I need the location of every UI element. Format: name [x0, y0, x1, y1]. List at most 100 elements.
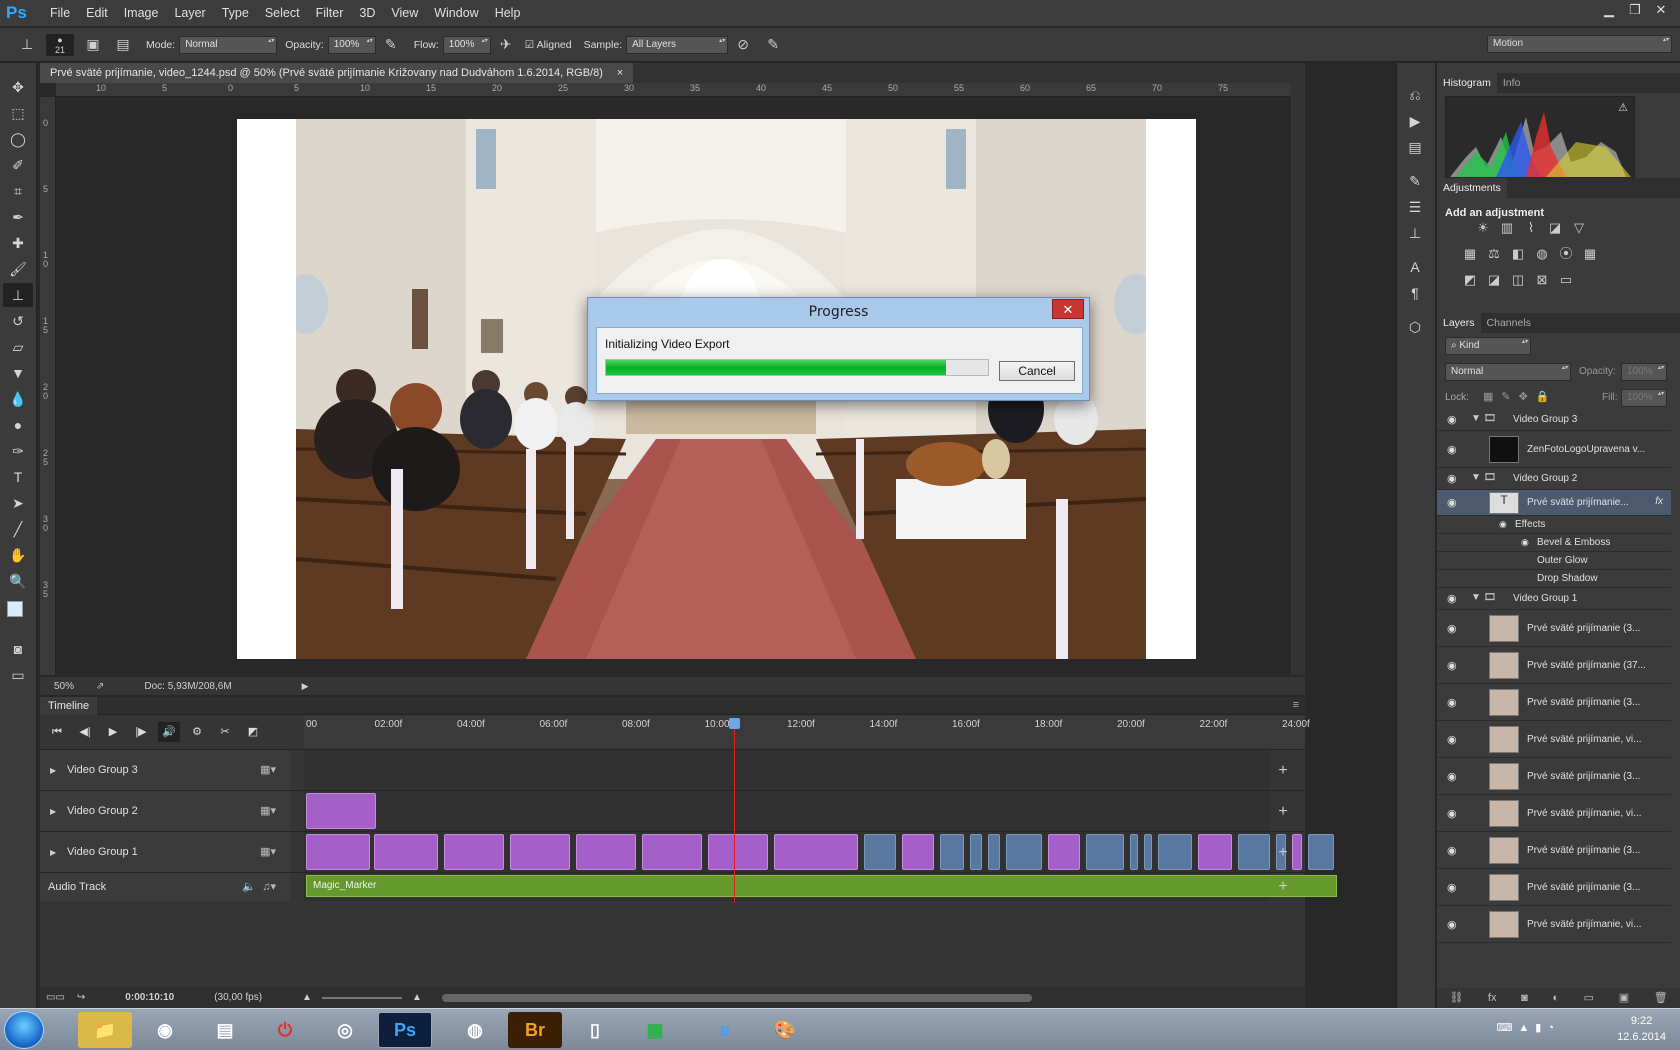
expand-icon[interactable]: ▶ — [50, 750, 56, 791]
playhead-handle[interactable] — [729, 718, 740, 729]
video-clip[interactable] — [1198, 834, 1232, 870]
move-tool-icon[interactable]: ✥ — [3, 75, 33, 99]
video-clip[interactable] — [306, 793, 376, 829]
burner-icon[interactable]: ◎ — [318, 1012, 372, 1048]
track-lane[interactable] — [304, 832, 1334, 873]
render-video-icon[interactable]: ▭▭ — [46, 992, 65, 1003]
menu-type[interactable]: Type — [214, 0, 257, 27]
blur-tool-icon[interactable]: 💧 — [3, 387, 33, 411]
zoom-out-timeline-icon[interactable]: ▲ — [302, 992, 312, 1003]
video-clip[interactable] — [306, 834, 370, 870]
screen-mode-icon[interactable]: ▭ — [3, 663, 33, 687]
visibility-eye-icon[interactable]: ◉ — [1447, 622, 1457, 635]
transition-icon[interactable]: ◩ — [242, 722, 264, 742]
convert-to-frame-animation-icon[interactable]: ↪ — [77, 992, 85, 1003]
black-white-icon[interactable]: ◧ — [1510, 247, 1526, 261]
pressure-opacity-icon[interactable]: ✎ — [380, 34, 402, 56]
layer-group-row[interactable]: ◉ ▼ 🎞 Video Group 2 — [1437, 468, 1671, 490]
layer-group-row[interactable]: ◉ ▼ 🎞 Video Group 1 — [1437, 588, 1671, 610]
add-mask-icon[interactable]: ◙ — [1521, 988, 1528, 1008]
layer-effect-row[interactable]: Drop Shadow — [1437, 570, 1671, 588]
dialog-close-button[interactable]: ✕ — [1052, 299, 1084, 319]
type-tool-icon[interactable]: T — [3, 465, 33, 489]
audio-toggle-icon[interactable]: 🔊 — [158, 722, 180, 742]
film-strip-icon[interactable]: ▦▾ — [260, 750, 276, 791]
invert-icon[interactable]: ◩ — [1462, 273, 1478, 287]
lasso-tool-icon[interactable]: ◯ — [3, 127, 33, 151]
power-icon[interactable]: ⏻ — [258, 1012, 312, 1048]
layer-row[interactable]: ◉ Prvé sväté prijímanie (3... — [1437, 758, 1671, 795]
brush-presets-icon[interactable]: ☰ — [1400, 195, 1430, 219]
color-lookup-icon[interactable]: ▦ — [1582, 247, 1598, 261]
menu-file[interactable]: File — [42, 0, 78, 27]
menu-select[interactable]: Select — [257, 0, 308, 27]
hue-saturation-icon[interactable]: ▦ — [1462, 247, 1478, 261]
disk-tool-icon[interactable]: ▤ — [198, 1012, 252, 1048]
start-button[interactable] — [4, 1011, 44, 1049]
layer-blend-mode[interactable]: Normal — [1445, 363, 1571, 381]
adjustment-layer-icon[interactable]: ◐ — [1552, 988, 1559, 1008]
visibility-eye-icon[interactable]: ◉ — [1447, 733, 1457, 746]
crop-tool-icon[interactable]: ⌗ — [3, 179, 33, 203]
visibility-eye-icon[interactable]: ◉ — [1447, 496, 1457, 509]
video-clip[interactable] — [510, 834, 570, 870]
close-icon[interactable]: ✕ — [1648, 0, 1674, 20]
brush-preset-picker[interactable]: ● 21 — [46, 33, 74, 56]
layer-row[interactable]: ◉ Prvé sväté prijímanie, vi... — [1437, 721, 1671, 758]
expand-icon[interactable]: ▶ — [50, 832, 56, 873]
video-clip[interactable] — [642, 834, 702, 870]
status-menu-arrow-icon[interactable]: ▶ — [302, 681, 309, 692]
paint-bucket-tool-icon[interactable]: ▼ — [3, 361, 33, 385]
video-clip[interactable] — [1006, 834, 1042, 870]
visibility-eye-icon[interactable]: ◉ — [1447, 881, 1457, 894]
close-tab-icon[interactable]: × — [617, 63, 623, 83]
playback-settings-icon[interactable]: ⚙ — [186, 722, 208, 742]
clone-stamp-icon[interactable]: ⊥ — [16, 34, 38, 56]
warning-icon[interactable]: ⚠ — [1618, 101, 1628, 114]
color-balance-icon[interactable]: ⚖ — [1486, 247, 1502, 261]
aligned-checkbox[interactable]: ☑ Aligned — [525, 39, 572, 51]
airbrush-icon[interactable]: ✈ — [495, 34, 517, 56]
effect-visibility-icon[interactable]: ◉ — [1521, 537, 1529, 548]
clone-source-icon[interactable]: ⊥ — [1400, 221, 1430, 245]
posterize-icon[interactable]: ◪ — [1486, 273, 1502, 287]
tab-info[interactable]: Info — [1497, 73, 1527, 93]
status-share-icon[interactable]: ⇗ — [96, 681, 104, 692]
quick-mask-icon[interactable]: ◙ — [3, 637, 33, 661]
bridge-icon[interactable]: Br — [508, 1012, 562, 1048]
clone-stamp-tool-icon[interactable]: ⊥ — [3, 283, 33, 307]
track-lane[interactable] — [304, 791, 1270, 832]
layer-group-row[interactable]: ◉ ▼ 🎞 Video Group 3 — [1437, 409, 1671, 431]
layer-row[interactable]: ◉ Prvé sväté prijímanie (37... — [1437, 647, 1671, 684]
timeline-menu-icon[interactable]: ≡ — [1293, 699, 1299, 711]
video-clip[interactable] — [1130, 834, 1138, 870]
audio-clip[interactable]: Magic_Marker — [306, 875, 1337, 897]
ignore-adjustment-icon[interactable]: ⊘ — [732, 34, 754, 56]
effect-visibility-icon[interactable]: ◉ — [1499, 519, 1507, 530]
chrome-icon[interactable]: ◍ — [448, 1012, 502, 1048]
track-lane[interactable] — [304, 750, 1270, 791]
hand-tool-icon[interactable]: ✋ — [3, 543, 33, 567]
layer-row[interactable]: ◉ ZenFotoLogoUpravena v... — [1437, 431, 1671, 468]
line-tool-icon[interactable]: ╱ — [3, 517, 33, 541]
visibility-eye-icon[interactable]: ◉ — [1447, 443, 1457, 456]
photo-filter-icon[interactable]: ◍ — [1534, 247, 1550, 261]
video-clip[interactable] — [774, 834, 858, 870]
visibility-eye-icon[interactable]: ◉ — [1447, 472, 1457, 485]
dodge-tool-icon[interactable]: ● — [3, 413, 33, 437]
gradient-map-icon[interactable]: ▭ — [1558, 273, 1574, 287]
film-strip-icon[interactable]: ▦▾ — [260, 832, 276, 873]
track-header-video-group-2[interactable]: ▶ Video Group 2 ▦▾ — [40, 791, 290, 832]
foreground-color-swatch[interactable] — [7, 601, 23, 617]
layer-effect-row[interactable]: Outer Glow — [1437, 552, 1671, 570]
minimize-icon[interactable]: ▁ — [1596, 0, 1622, 20]
vibrance-icon[interactable]: ▽ — [1571, 221, 1587, 235]
photoshop-taskbar-icon[interactable]: Ps — [378, 1012, 432, 1048]
menu-help[interactable]: Help — [487, 0, 529, 27]
visibility-eye-icon[interactable]: ◉ — [1447, 659, 1457, 672]
layer-row[interactable]: ◉ Prvé sväté prijímanie (3... — [1437, 869, 1671, 906]
delete-layer-icon[interactable]: 🗑 — [1654, 988, 1668, 1008]
opacity-input[interactable]: 100% — [327, 35, 376, 54]
canvas-vertical-scrollbar[interactable] — [1291, 83, 1305, 675]
color-swatches[interactable] — [0, 595, 36, 635]
